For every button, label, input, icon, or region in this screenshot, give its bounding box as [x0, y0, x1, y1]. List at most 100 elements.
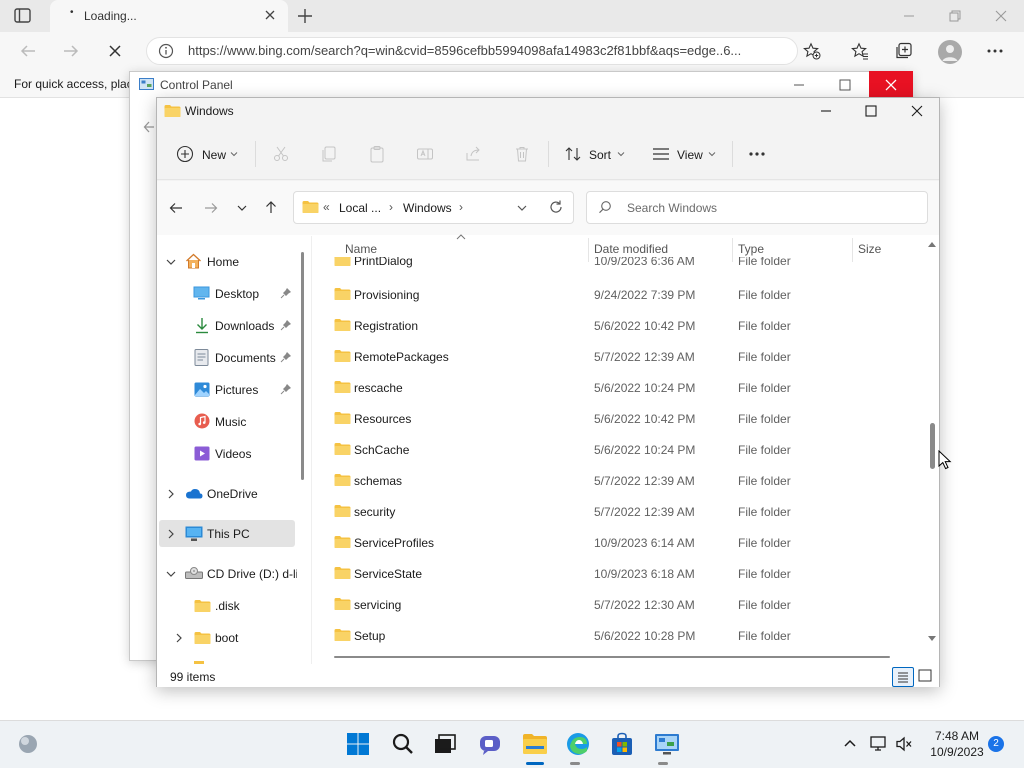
table-row[interactable]: schemas 5/7/2022 12:39 AM File folder	[318, 465, 922, 496]
scroll-up-arrow-icon[interactable]	[927, 240, 937, 248]
share-icon[interactable]	[465, 145, 483, 163]
breadcrumb-separator[interactable]: ›	[459, 200, 463, 214]
nav-item-music[interactable]: Music	[215, 415, 246, 429]
nav-item-boot[interactable]: boot	[215, 631, 238, 645]
table-row[interactable]: security 5/7/2022 12:39 AM File folder	[318, 496, 922, 527]
table-row[interactable]: ServiceProfiles 10/9/2023 6:14 AM File f…	[318, 527, 922, 558]
control-panel-taskbar-icon[interactable]	[654, 732, 680, 756]
url-text[interactable]: https://www.bing.com/search?q=win&cvid=8…	[188, 43, 788, 58]
profile-avatar[interactable]	[938, 40, 962, 64]
expand-chevron-icon[interactable]	[174, 632, 184, 644]
table-row[interactable]: SchCache 5/6/2022 10:24 PM File folder	[318, 434, 922, 465]
chat-icon[interactable]	[478, 732, 502, 756]
up-icon[interactable]	[263, 199, 279, 215]
nav-item-documents[interactable]: Documents	[215, 351, 276, 365]
volume-muted-icon[interactable]	[895, 736, 913, 752]
table-row[interactable]: Provisioning 9/24/2022 7:39 PM File fold…	[318, 279, 922, 310]
forward-arrow-icon[interactable]	[62, 43, 80, 59]
expand-chevron-icon[interactable]	[165, 257, 177, 267]
details-view-button[interactable]	[892, 667, 914, 687]
minimize-browser-icon[interactable]	[902, 9, 916, 23]
search-placeholder[interactable]: Search Windows	[627, 201, 717, 215]
forward-icon[interactable]	[203, 200, 219, 216]
edge-browser-icon[interactable]	[566, 732, 590, 756]
restore-browser-icon[interactable]	[948, 9, 962, 23]
horizontal-scrollbar-thumb[interactable]	[334, 656, 890, 658]
paste-icon[interactable]	[368, 145, 386, 163]
pin-icon[interactable]	[280, 383, 292, 395]
pane-divider[interactable]	[311, 236, 312, 664]
nav-item-onedrive[interactable]: OneDrive	[207, 487, 258, 501]
pin-icon[interactable]	[280, 287, 292, 299]
breadcrumb-overflow[interactable]: «	[323, 200, 330, 214]
copy-icon[interactable]	[320, 145, 338, 163]
nav-item-pictures[interactable]: Pictures	[215, 383, 258, 397]
add-favorite-icon[interactable]	[803, 42, 821, 60]
view-button[interactable]: View	[648, 141, 722, 167]
pin-icon[interactable]	[280, 319, 292, 331]
network-icon[interactable]	[870, 736, 888, 752]
file-explorer-taskbar-icon[interactable]	[522, 732, 548, 756]
notification-badge[interactable]: 2	[988, 736, 1004, 752]
column-header-name[interactable]: Name	[345, 242, 377, 256]
collections-icon[interactable]	[895, 42, 913, 60]
control-panel-minimize-icon[interactable]	[792, 78, 806, 92]
new-button[interactable]: New	[170, 141, 244, 167]
column-header-size[interactable]: Size	[858, 242, 881, 256]
expand-chevron-icon[interactable]	[165, 569, 177, 579]
back-icon[interactable]	[168, 200, 184, 216]
maximize-icon[interactable]	[864, 104, 878, 118]
breadcrumb-separator[interactable]: ›	[389, 200, 393, 214]
refresh-icon[interactable]	[548, 199, 564, 215]
delete-icon[interactable]	[513, 145, 531, 163]
pin-icon[interactable]	[280, 351, 292, 363]
favorites-icon[interactable]	[851, 42, 869, 60]
task-view-icon[interactable]	[433, 733, 457, 755]
nav-item-home[interactable]: Home	[207, 255, 239, 269]
column-header-type[interactable]: Type	[738, 242, 764, 256]
sort-button[interactable]: Sort	[560, 141, 632, 167]
nav-item-cd-drive[interactable]: CD Drive (D:) d-li	[207, 567, 297, 581]
nav-item-desktop[interactable]: Desktop	[215, 287, 259, 301]
control-panel-maximize-icon[interactable]	[838, 78, 852, 92]
tiles-view-icon[interactable]	[918, 669, 932, 683]
windows-start-icon[interactable]	[346, 732, 370, 756]
search-taskbar-icon[interactable]	[391, 732, 415, 756]
nav-item-videos[interactable]: Videos	[215, 447, 251, 461]
new-tab-icon[interactable]	[297, 8, 313, 24]
settings-more-icon[interactable]	[986, 43, 1004, 59]
expand-chevron-icon[interactable]	[166, 528, 176, 540]
back-arrow-icon[interactable]	[19, 43, 37, 59]
taskbar-clock-date[interactable]: 10/9/2023	[926, 745, 988, 759]
rename-icon[interactable]	[416, 145, 434, 163]
nav-item-disk[interactable]: .disk	[215, 599, 240, 613]
close-browser-icon[interactable]	[994, 9, 1008, 23]
close-icon[interactable]	[910, 104, 924, 118]
table-row[interactable]: Resources 5/6/2022 10:42 PM File folder	[318, 403, 922, 434]
control-panel-close-button[interactable]	[869, 71, 913, 99]
column-header-date[interactable]: Date modified	[594, 242, 668, 256]
table-row[interactable]: ServiceState 10/9/2023 6:18 AM File fold…	[318, 558, 922, 589]
close-tab-icon[interactable]	[264, 9, 276, 21]
table-row[interactable]: Registration 5/6/2022 10:42 PM File fold…	[318, 310, 922, 341]
recent-locations-icon[interactable]	[236, 203, 248, 213]
table-row[interactable]: rescache 5/6/2022 10:24 PM File folder	[318, 372, 922, 403]
table-row[interactable]: servicing 5/7/2022 12:30 AM File folder	[318, 589, 922, 620]
navigation-scrollbar[interactable]	[301, 252, 304, 480]
cut-icon[interactable]	[272, 145, 290, 163]
site-info-icon[interactable]	[158, 43, 174, 59]
tab-actions-icon[interactable]	[14, 8, 32, 24]
show-hidden-icons-chevron-icon[interactable]	[843, 738, 857, 748]
table-row[interactable]: Setup 5/6/2022 10:28 PM File folder	[318, 620, 922, 649]
breadcrumb-local[interactable]: Local ...	[339, 201, 381, 215]
microsoft-store-icon[interactable]	[610, 732, 634, 756]
stop-loading-icon[interactable]	[108, 44, 122, 58]
more-options-icon[interactable]	[748, 146, 766, 162]
taskbar-clock-time[interactable]: 7:48 AM	[926, 729, 988, 743]
scroll-down-arrow-icon[interactable]	[927, 635, 937, 643]
minimize-icon[interactable]	[819, 104, 833, 118]
address-history-icon[interactable]	[516, 203, 528, 213]
table-row[interactable]: PrintDialog 10/9/2023 6:36 AM File folde…	[318, 257, 922, 276]
breadcrumb-windows[interactable]: Windows	[403, 201, 452, 215]
weather-widget-icon[interactable]	[17, 733, 39, 755]
